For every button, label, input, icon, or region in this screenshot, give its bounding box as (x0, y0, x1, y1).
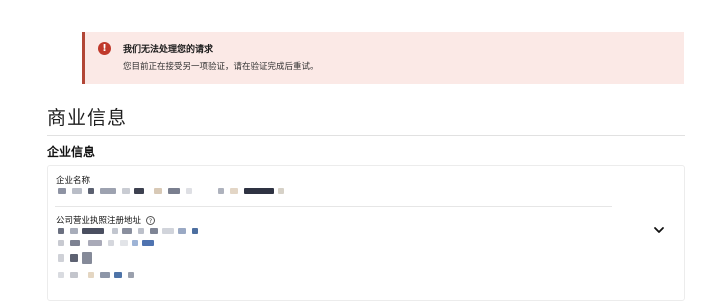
help-question-icon[interactable]: ? (146, 216, 156, 225)
address-line-2 (58, 240, 168, 246)
subsection-title: 企业信息 (47, 145, 96, 159)
chevron-down-icon[interactable] (652, 223, 666, 237)
section-title: 商业信息 (47, 107, 128, 129)
error-alert: ! 我们无法处理您的请求 您目前正在接受另一项验证，请在验证完成后重试。 (82, 32, 684, 84)
company-name-value (58, 188, 298, 194)
alert-title: 我们无法处理您的请求 (123, 45, 214, 55)
error-icon: ! (98, 42, 111, 55)
address-line-4 (58, 272, 148, 278)
address-line-1 (58, 228, 208, 234)
registered-address-label: 公司营业执照注册地址? (56, 214, 156, 226)
company-name-label: 企业名称 (56, 176, 91, 186)
address-line-3 (58, 252, 118, 266)
alert-message: 您目前正在接受另一项验证，请在验证完成后重试。 (123, 62, 319, 72)
field-divider (55, 206, 612, 207)
section-divider (47, 135, 685, 136)
business-info-card[interactable]: 企业名称 公司营业执照注册地址? (47, 165, 685, 301)
